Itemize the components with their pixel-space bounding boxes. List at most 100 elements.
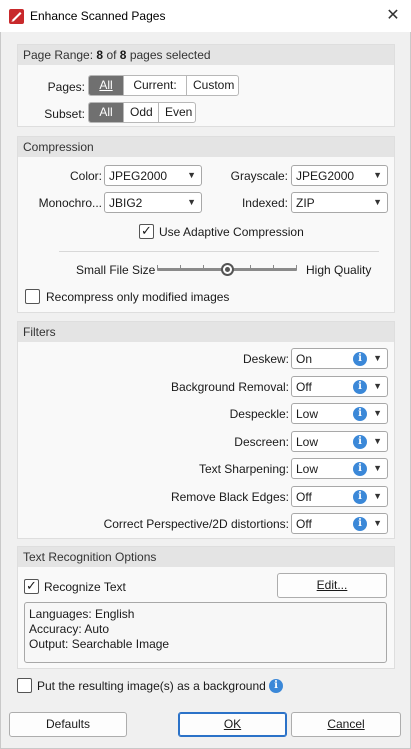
monochrome-label: Monochro... — [38, 196, 102, 210]
filter-value: Low — [296, 407, 319, 421]
info-icon[interactable]: i — [353, 517, 367, 531]
edit-ocr-button[interactable]: Edit... — [277, 573, 387, 598]
info-icon[interactable]: i — [353, 462, 367, 476]
slider-tick — [250, 265, 251, 269]
ocr-languages-text: Languages: English — [29, 607, 135, 621]
filter-value: Off — [296, 517, 312, 531]
indexed-compression-value: ZIP — [296, 196, 315, 210]
pages-label: Pages: — [47, 80, 85, 94]
ocr-accuracy-text: Accuracy: Auto — [29, 622, 110, 636]
ocr-output-text: Output: Searchable Image — [29, 637, 170, 651]
subset-segmented-control: All Odd Even — [88, 102, 196, 123]
color-label: Color: — [69, 169, 102, 183]
grayscale-compression-dropdown[interactable]: JPEG2000 ▼ — [291, 165, 388, 186]
adaptive-compression-label: Use Adaptive Compression — [159, 225, 304, 239]
slider-tick — [157, 265, 158, 269]
indexed-label: Indexed: — [241, 196, 288, 210]
defaults-button[interactable]: Defaults — [9, 712, 127, 737]
chevron-down-icon: ▼ — [373, 463, 382, 473]
chevron-down-icon: ▼ — [373, 518, 382, 528]
pages-option-custom[interactable]: Custom — [187, 76, 238, 95]
page-range-of: of — [106, 48, 117, 62]
filter-dropdown[interactable]: On i ▼ — [291, 348, 388, 369]
filter-value: Low — [296, 435, 319, 449]
info-icon[interactable]: i — [353, 380, 367, 394]
page-range-header: Page Range: 8 of 8 pages selected — [18, 45, 394, 65]
chevron-down-icon: ▼ — [373, 381, 382, 391]
info-icon[interactable]: i — [353, 407, 367, 421]
filter-dropdown[interactable]: Low i ▼ — [291, 431, 388, 452]
background-checkbox[interactable] — [17, 678, 32, 693]
info-icon[interactable]: i — [353, 352, 367, 366]
color-compression-dropdown[interactable]: JPEG2000 ▼ — [104, 165, 202, 186]
slider-min-label: Small File Size — [76, 263, 156, 277]
page-range-total-count: 8 — [119, 48, 127, 62]
recompress-label: Recompress only modified images — [46, 290, 230, 304]
chevron-down-icon: ▼ — [187, 170, 196, 180]
chevron-down-icon: ▼ — [373, 436, 382, 446]
slider-tick — [203, 265, 204, 269]
checkmark-icon: ✓ — [26, 578, 37, 593]
filter-value: Low — [296, 462, 319, 476]
filter-dropdown[interactable]: Off i ▼ — [291, 513, 388, 534]
info-icon[interactable]: i — [269, 679, 283, 693]
filter-label: Text Sharpening: — [198, 462, 289, 476]
filter-dropdown[interactable]: Off i ▼ — [291, 376, 388, 397]
page-range-suffix: pages selected — [129, 48, 211, 62]
compression-divider — [59, 251, 379, 252]
adaptive-compression-checkbox[interactable]: ✓ — [139, 223, 154, 239]
quality-slider-thumb[interactable] — [221, 263, 234, 276]
text-recognition-header: Text Recognition Options — [18, 547, 394, 567]
ok-button[interactable]: OK — [178, 712, 287, 737]
window-title: Enhance Scanned Pages — [30, 9, 166, 23]
cancel-button[interactable]: Cancel — [291, 712, 401, 737]
recompress-checkbox[interactable] — [25, 289, 40, 304]
filter-label: Despeckle: — [229, 407, 289, 421]
grayscale-compression-value: JPEG2000 — [296, 169, 355, 183]
pages-option-current[interactable]: Current: 1 — [124, 76, 187, 95]
filter-label: Remove Black Edges: — [170, 490, 289, 504]
slider-tick — [273, 265, 274, 269]
chevron-down-icon: ▼ — [373, 197, 382, 207]
chevron-down-icon: ▼ — [373, 491, 382, 501]
chevron-down-icon: ▼ — [373, 170, 382, 180]
filter-value: Off — [296, 490, 312, 504]
chevron-down-icon: ▼ — [187, 197, 196, 207]
compression-header: Compression — [18, 137, 394, 157]
filter-value: On — [296, 352, 313, 366]
filter-label: Background Removal: — [170, 380, 289, 394]
ocr-summary-box: Languages: English Accuracy: Auto Output… — [24, 602, 387, 663]
subset-option-odd[interactable]: Odd — [124, 103, 159, 122]
subset-option-even[interactable]: Even — [159, 103, 195, 122]
filter-dropdown[interactable]: Low i ▼ — [291, 403, 388, 424]
pages-segmented-control: All Current: 1 Custom — [88, 75, 239, 96]
recognize-text-checkbox[interactable]: ✓ — [24, 578, 39, 594]
slider-tick — [296, 265, 297, 269]
close-icon[interactable]: ✕ — [385, 8, 401, 24]
slider-max-label: High Quality — [306, 263, 372, 277]
info-icon[interactable]: i — [353, 490, 367, 504]
page-range-prefix: Page Range: — [23, 48, 94, 62]
filter-dropdown[interactable]: Low i ▼ — [291, 458, 388, 479]
title-bar: Enhance Scanned Pages ✕ — [0, 0, 411, 32]
filter-dropdown[interactable]: Off i ▼ — [291, 486, 388, 507]
background-label: Put the resulting image(s) as a backgrou… — [37, 679, 266, 693]
pdf-xchange-logo-icon — [9, 9, 24, 24]
subset-option-all[interactable]: All — [89, 103, 124, 122]
pages-option-all[interactable]: All — [89, 76, 124, 95]
recognize-text-label: Recognize Text — [44, 580, 126, 594]
slider-tick — [180, 265, 181, 269]
monochrome-compression-dropdown[interactable]: JBIG2 ▼ — [104, 192, 202, 213]
subset-label: Subset: — [44, 107, 85, 121]
filter-value: Off — [296, 380, 312, 394]
chevron-down-icon: ▼ — [373, 408, 382, 418]
color-compression-value: JPEG2000 — [109, 169, 168, 183]
monochrome-compression-value: JBIG2 — [109, 196, 143, 210]
filter-label: Descreen: — [234, 435, 289, 449]
filter-label: Deskew: — [242, 352, 289, 366]
checkmark-icon: ✓ — [141, 223, 152, 238]
grayscale-label: Grayscale: — [230, 169, 288, 183]
indexed-compression-dropdown[interactable]: ZIP ▼ — [291, 192, 388, 213]
info-icon[interactable]: i — [353, 435, 367, 449]
filter-label: Correct Perspective/2D distortions: — [103, 517, 289, 531]
